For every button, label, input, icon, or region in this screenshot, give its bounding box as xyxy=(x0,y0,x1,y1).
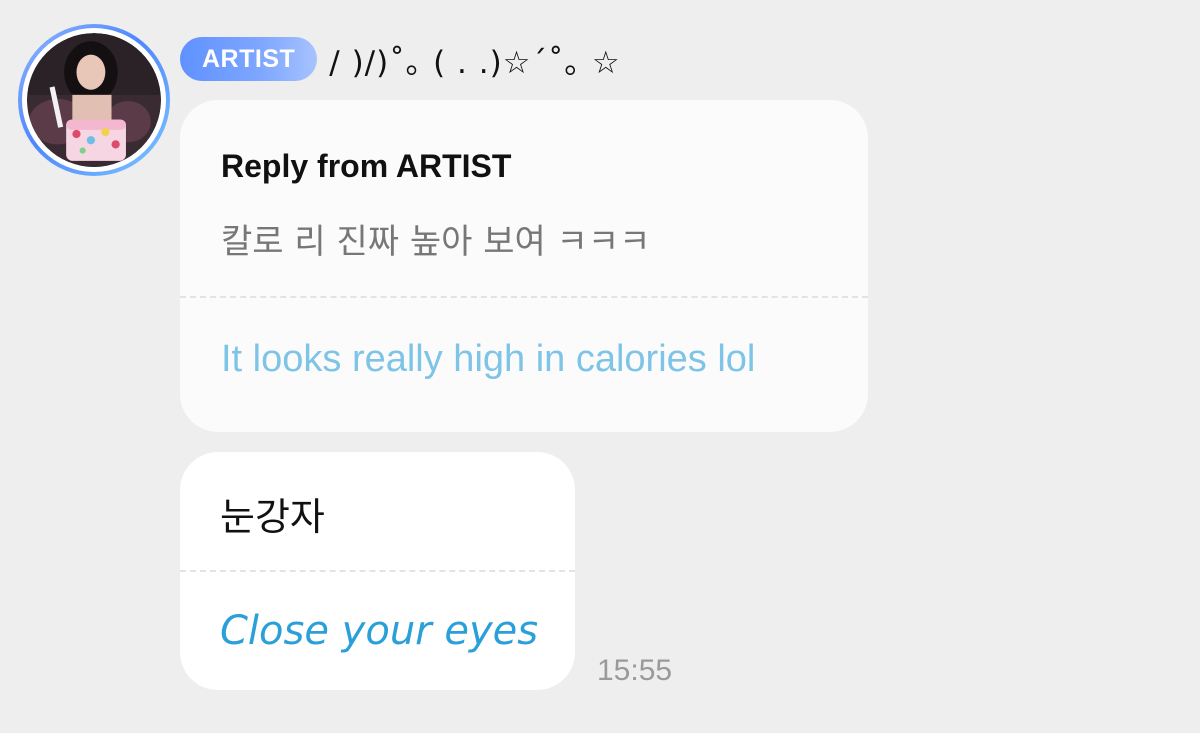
sender-name: / )/)˚｡ ( . .)☆´˚｡ ☆ xyxy=(329,44,621,81)
reply-original-text: 칼로 리 진짜 높아 보여 ㅋㅋㅋ xyxy=(221,222,651,262)
message-header: ARTIST / )/)˚｡ ( . .)☆´˚｡ ☆ xyxy=(180,36,621,82)
message-timestamp: 15:55 xyxy=(597,654,673,687)
reply-title: Reply from ARTIST xyxy=(221,148,512,184)
reply-translation-text: It looks really high in calories lol xyxy=(221,338,756,380)
message-translation-text: Close your eyes xyxy=(220,608,539,654)
avatar-frame xyxy=(22,28,166,172)
reply-divider xyxy=(180,296,868,298)
message-bubble[interactable]: 눈강자 Close your eyes xyxy=(180,452,575,690)
reply-bubble[interactable]: Reply from ARTIST 칼로 리 진짜 높아 보여 ㅋㅋㅋ It l… xyxy=(180,100,868,432)
artist-badge: ARTIST xyxy=(180,37,318,81)
avatar-photo xyxy=(27,33,161,167)
message-divider xyxy=(180,570,575,572)
avatar[interactable] xyxy=(18,24,170,176)
message-original-text: 눈강자 xyxy=(220,495,325,539)
